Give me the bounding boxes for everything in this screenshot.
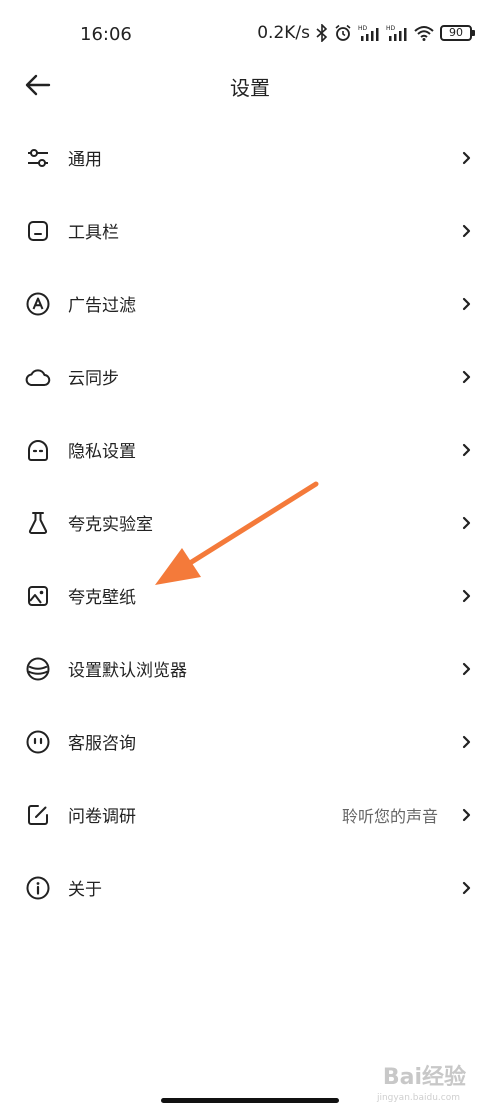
- settings-list: 通用 工具栏 广告过滤 云同步 隐私设置 夸克实验室 夸克壁纸 设置默认浏览器 …: [0, 121, 500, 924]
- watermark-logo: Bai经验: [382, 1065, 466, 1090]
- settings-item-about[interactable]: 关于: [0, 851, 500, 924]
- privacy-icon: [24, 436, 52, 464]
- settings-item-label: 夸克壁纸: [68, 588, 136, 608]
- chevron-right-icon: [460, 588, 472, 604]
- info-icon: [24, 874, 52, 902]
- settings-item-toolbar[interactable]: 工具栏: [0, 194, 500, 267]
- home-indicator[interactable]: [161, 1098, 339, 1103]
- chevron-right-icon: [460, 807, 472, 823]
- flask-icon: [24, 509, 52, 537]
- cloud-icon: [24, 363, 52, 391]
- browser-icon: [24, 655, 52, 683]
- chevron-right-icon: [460, 734, 472, 750]
- chevron-right-icon: [460, 296, 472, 312]
- chevron-right-icon: [460, 369, 472, 385]
- net-speed: 0.2K/s: [257, 23, 310, 43]
- signal-hd-icon: HD: [386, 24, 408, 42]
- status-icons: 0.2K/s HD HD 90: [257, 23, 475, 43]
- support-icon: [24, 728, 52, 756]
- page-title: 设置: [230, 76, 270, 100]
- settings-item-ad-filter[interactable]: 广告过滤: [0, 267, 500, 340]
- settings-item-label: 客服咨询: [68, 734, 136, 754]
- svg-text:HD: HD: [358, 25, 368, 32]
- settings-item-label: 通用: [68, 150, 102, 170]
- settings-item-lab[interactable]: 夸克实验室: [0, 486, 500, 559]
- chevron-right-icon: [460, 150, 472, 166]
- settings-item-label: 关于: [68, 880, 102, 900]
- alarm-icon: [334, 24, 352, 42]
- svg-text:HD: HD: [386, 25, 396, 32]
- settings-item-label: 云同步: [68, 369, 119, 389]
- settings-item-support[interactable]: 客服咨询: [0, 705, 500, 778]
- bluetooth-icon: [316, 24, 328, 42]
- settings-item-general[interactable]: 通用: [0, 121, 500, 194]
- settings-item-wallpaper[interactable]: 夸克壁纸: [0, 559, 500, 632]
- chevron-right-icon: [460, 223, 472, 239]
- chevron-right-icon: [460, 442, 472, 458]
- watermark-url: jingyan.baidu.com: [376, 1093, 460, 1103]
- ad-filter-icon: [24, 290, 52, 318]
- wifi-icon: [414, 25, 434, 41]
- settings-item-survey[interactable]: 问卷调研 聆听您的声音: [0, 778, 500, 851]
- settings-item-cloud-sync[interactable]: 云同步: [0, 340, 500, 413]
- battery-icon: 90: [440, 25, 475, 41]
- chevron-right-icon: [460, 880, 472, 896]
- settings-item-label: 工具栏: [68, 223, 119, 243]
- header: 设置: [0, 62, 500, 108]
- settings-item-label: 夸克实验室: [68, 515, 153, 535]
- signal-hd-icon: HD: [358, 24, 380, 42]
- toolbar-icon: [24, 217, 52, 245]
- settings-item-privacy[interactable]: 隐私设置: [0, 413, 500, 486]
- chevron-right-icon: [460, 661, 472, 677]
- survey-icon: [24, 801, 52, 829]
- chevron-right-icon: [460, 515, 472, 531]
- status-bar: 16:06 0.2K/s HD HD 90: [0, 0, 500, 64]
- sliders-icon: [24, 144, 52, 172]
- settings-item-label: 隐私设置: [68, 442, 136, 462]
- settings-item-value: 聆听您的声音: [341, 806, 438, 826]
- settings-item-default-browser[interactable]: 设置默认浏览器: [0, 632, 500, 705]
- settings-item-label: 广告过滤: [68, 296, 136, 316]
- wallpaper-icon: [24, 582, 52, 610]
- settings-item-label: 设置默认浏览器: [68, 661, 187, 681]
- status-time: 16:06: [80, 24, 132, 45]
- settings-item-label: 问卷调研: [68, 807, 136, 827]
